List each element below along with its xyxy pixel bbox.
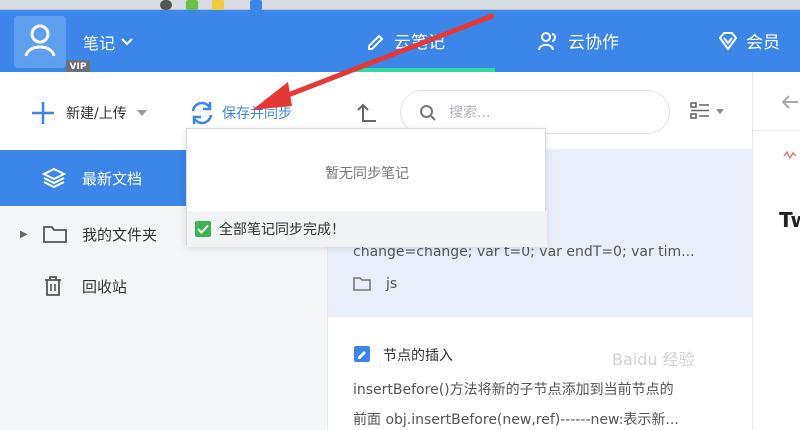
note-preview-panel: Tw [752,72,800,430]
sync-status-popup: 暂无同步笔记 全部笔记同步完成！ [186,128,547,247]
new-upload-button[interactable]: 新建/上传 [30,100,147,126]
signal-icon [783,150,797,160]
trash-icon [45,276,61,296]
view-mode-toggle[interactable] [690,102,724,120]
new-upload-label: 新建/上传 [66,106,127,122]
back-arrow-icon[interactable] [781,94,799,110]
taskbar-app-icon[interactable] [250,0,262,10]
taskbar-app-icon[interactable] [186,0,198,10]
tab-collaboration[interactable]: 云协作 [538,28,619,53]
note-heading-peek: Tw [779,208,800,232]
note-folder-label: js [386,276,398,292]
sync-complete-text: 全部笔记同步完成！ [219,222,345,238]
caret-down-icon [136,110,147,116]
expand-caret-icon[interactable]: ▶ [20,229,28,240]
sidebar-item-label: 最新文档 [82,169,143,188]
watermark: Baidu 经验 [612,350,695,369]
people-icon [538,31,556,50]
os-taskbar-strip [0,0,800,10]
user-menu-label: 笔记 [83,34,116,53]
folder-icon [353,277,371,291]
user-menu[interactable]: 笔记 [83,30,133,54]
checkmark-icon [195,221,211,237]
layers-icon [42,167,66,189]
sync-empty-text: 暂无同步笔记 [325,166,409,182]
divider [753,130,800,131]
tab-label: 会员 [746,33,780,53]
sidebar-item-label: 回收站 [82,277,128,296]
user-icon [24,24,56,57]
note-snippet-line: insertBefore()方法将新的子节点添加到当前节点的 [353,382,674,398]
list-view-icon [690,102,709,119]
sidebar-item-recent[interactable]: 最新文档 [0,150,186,206]
sync-icon [191,101,213,125]
avatar[interactable]: VIP [14,16,90,74]
taskbar-app-icon[interactable] [212,0,224,10]
tab-label: 云协作 [568,33,619,53]
note-title: 节点的插入 [383,348,453,364]
plus-icon [32,102,54,124]
taskbar-app-icon[interactable] [160,0,172,10]
list-item[interactable]: 节点的插入 insertBefore()方法将新的子节点添加到当前节点的 前面 … [328,317,752,430]
diamond-icon [718,31,738,51]
folder-icon [43,226,67,243]
sync-complete-row: 全部笔记同步完成！ [187,211,547,247]
tab-membership[interactable]: 会员 [718,28,780,53]
caret-down-icon [716,108,724,114]
annotation-arrow-icon [252,13,495,110]
sidebar-item-label: 我的文件夹 [82,225,158,244]
sidebar-item-trash[interactable]: 回收站 [0,258,328,314]
chevron-down-icon [121,38,133,46]
note-doc-icon [354,346,370,362]
note-snippet-line: 前面 obj.insertBefore(new,ref)------new:表示… [353,412,679,428]
